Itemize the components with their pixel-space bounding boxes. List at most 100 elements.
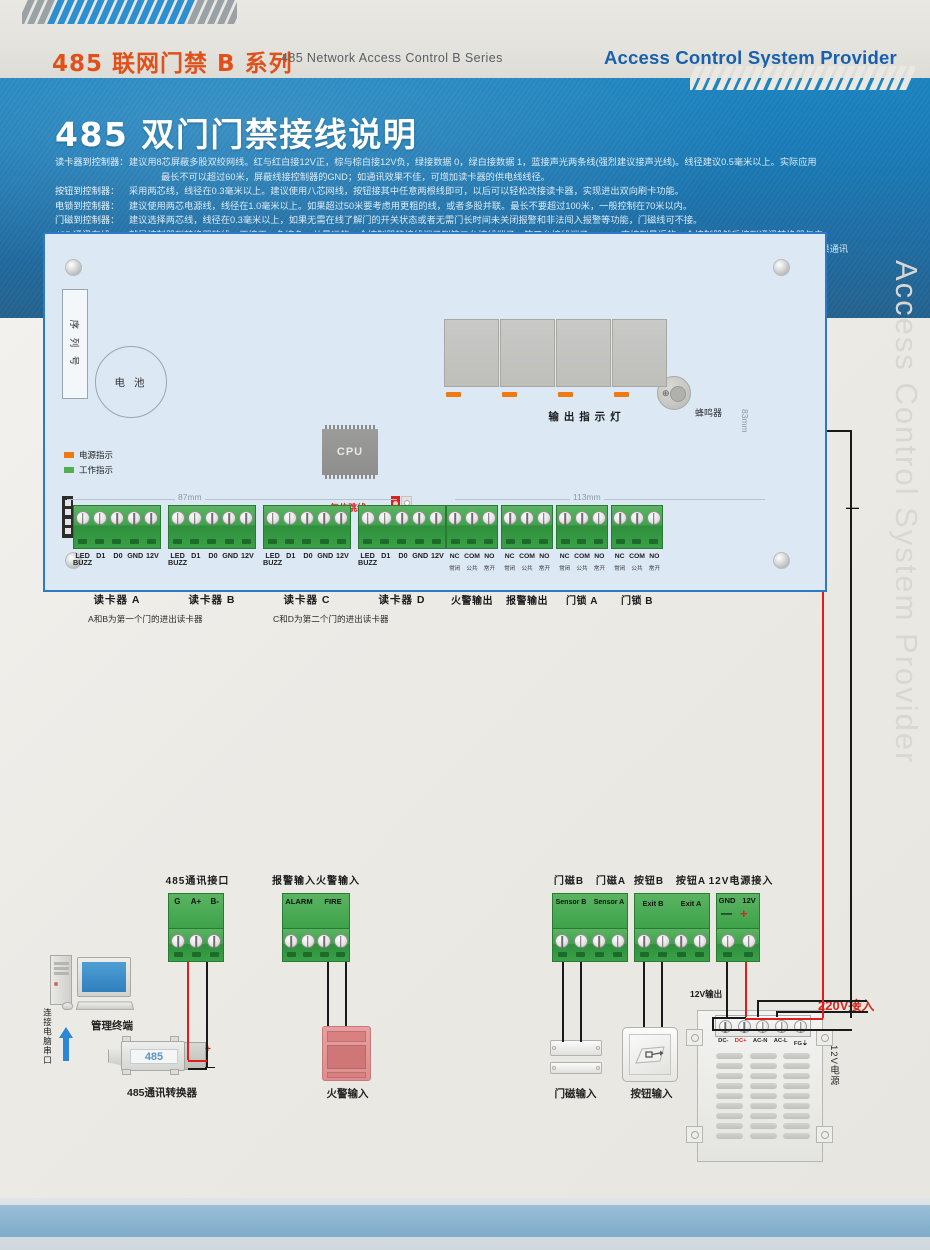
terminal-pin-label: 常闭 — [449, 566, 461, 572]
sensor-wire-1 — [562, 962, 564, 1042]
terminal-pin-label: NO — [539, 553, 550, 560]
terminal-screw[interactable] — [333, 934, 348, 948]
terminal-screw[interactable] — [127, 511, 142, 525]
terminal-screw[interactable] — [299, 511, 314, 525]
right-rail-black-to-psu — [850, 926, 852, 1018]
terminal-block[interactable] — [716, 928, 760, 962]
terminal-pin-label: 12V — [430, 551, 444, 560]
terminal-screw[interactable] — [377, 511, 392, 525]
terminal-pin-label: NC — [449, 553, 460, 560]
psu-pos-drop — [745, 1000, 747, 1017]
terminal-screw[interactable] — [75, 511, 90, 525]
terminal-screw[interactable] — [284, 934, 299, 948]
terminal-block[interactable] — [552, 928, 628, 962]
psu-vent-slot — [716, 1073, 743, 1079]
mount-hole — [773, 259, 790, 276]
terminal-group-title-alarm: 报警输入 — [272, 876, 316, 887]
terminal-pin-label: 公共 — [631, 566, 643, 572]
terminal-screw[interactable] — [239, 511, 254, 525]
terminal-screw[interactable] — [334, 511, 349, 525]
rs485-b-wire — [206, 962, 208, 1050]
terminal-screws — [557, 509, 607, 527]
terminal-pin-label: LED BUZZ — [73, 551, 93, 568]
terminal-screw[interactable] — [592, 934, 607, 948]
terminal-pin-label: Exit B — [642, 899, 664, 908]
terminal-screw[interactable] — [412, 511, 427, 525]
terminal-screw[interactable] — [591, 511, 606, 525]
terminal-screw[interactable] — [222, 511, 237, 525]
terminal-screw[interactable] — [573, 934, 588, 948]
terminal-block[interactable] — [501, 505, 553, 549]
terminal-block[interactable] — [446, 505, 498, 549]
terminal-block[interactable] — [282, 928, 350, 962]
terminal-screw[interactable] — [300, 934, 315, 948]
terminal-screw[interactable] — [448, 511, 463, 525]
terminal-screw[interactable] — [503, 511, 518, 525]
output-relay — [444, 319, 499, 387]
terminal-screw[interactable] — [170, 511, 185, 525]
terminal-screw[interactable] — [574, 511, 589, 525]
terminal-group-title: 读卡器 C — [283, 594, 331, 606]
terminal-screw[interactable] — [317, 511, 332, 525]
terminal-screw[interactable] — [692, 934, 707, 948]
terminal-screw[interactable] — [558, 511, 573, 525]
terminal-slot — [112, 539, 122, 544]
exit-button-device[interactable] — [622, 1027, 678, 1082]
led-pin-header[interactable] — [62, 496, 73, 538]
terminal-screw[interactable] — [741, 934, 756, 948]
terminal-screw[interactable] — [720, 934, 735, 948]
terminal-screw[interactable] — [464, 511, 479, 525]
terminal-block[interactable] — [73, 505, 161, 549]
terminal-screw[interactable] — [204, 511, 219, 525]
terminal-pin-label: GND — [222, 551, 239, 560]
terminal-screw[interactable] — [613, 511, 628, 525]
terminal-screw[interactable] — [655, 934, 670, 948]
terminal-screw[interactable] — [207, 934, 221, 948]
psu-vent-slot — [783, 1073, 810, 1079]
terminal-screw[interactable] — [637, 934, 652, 948]
terminal-screw[interactable] — [189, 934, 203, 948]
output-relay — [556, 319, 611, 387]
terminal-screw[interactable] — [109, 511, 124, 525]
terminal-screw[interactable] — [674, 934, 689, 948]
terminal-group-title-sensor-b: 门磁B — [553, 876, 585, 887]
terminal-screw[interactable] — [429, 511, 444, 525]
terminal-screw[interactable] — [481, 511, 496, 525]
terminal-screw[interactable] — [394, 511, 409, 525]
terminal-screw[interactable] — [92, 511, 107, 525]
terminal-slot — [78, 539, 88, 544]
terminal-block[interactable] — [358, 505, 446, 549]
terminal-screw[interactable] — [360, 511, 375, 525]
terminal-block[interactable] — [168, 505, 256, 549]
terminal-slots — [359, 538, 445, 545]
terminal-screw[interactable] — [555, 934, 570, 948]
terminal-block[interactable] — [556, 505, 608, 549]
terminal-screw[interactable] — [282, 511, 297, 525]
terminal-screw[interactable] — [646, 511, 661, 525]
instruction-row: 按钮到控制器： 采用两芯线，线径在0.3毫米以上。建议使用八芯网线，按钮接其中任意… — [55, 184, 915, 199]
terminal-slot — [431, 539, 441, 544]
terminal-block[interactable] — [168, 928, 224, 962]
terminal-screw[interactable] — [519, 511, 534, 525]
terminal-screw[interactable] — [629, 511, 644, 525]
terminal-screw[interactable] — [536, 511, 551, 525]
terminal-slot — [450, 539, 460, 544]
terminal-screw[interactable] — [187, 511, 202, 525]
terminal-screw[interactable] — [144, 511, 159, 525]
battery-holder: 电 池 — [95, 346, 167, 418]
terminal-block[interactable] — [634, 928, 710, 962]
terminal-slots — [612, 538, 662, 545]
terminal-pin-labels: NC COM NO — [501, 553, 553, 560]
terminal-slot — [484, 539, 494, 544]
terminal-screw[interactable] — [317, 934, 332, 948]
door-magnetic-sensor-device — [548, 1040, 604, 1082]
instruction-label: 读卡器到控制器： — [55, 157, 129, 167]
terminal-block[interactable] — [611, 505, 663, 549]
terminal-screw[interactable] — [265, 511, 280, 525]
terminal-screw[interactable] — [171, 934, 185, 948]
cpu-chip: CPU — [322, 425, 378, 479]
terminal-block[interactable] — [263, 505, 351, 549]
instruction-line: 最长不可以超过60米，屏蔽线接控制器的GND；如通讯效果不佳，可增加读卡器的供电… — [161, 171, 550, 182]
psu-mount-ear — [816, 1126, 833, 1143]
terminal-screw[interactable] — [610, 934, 625, 948]
